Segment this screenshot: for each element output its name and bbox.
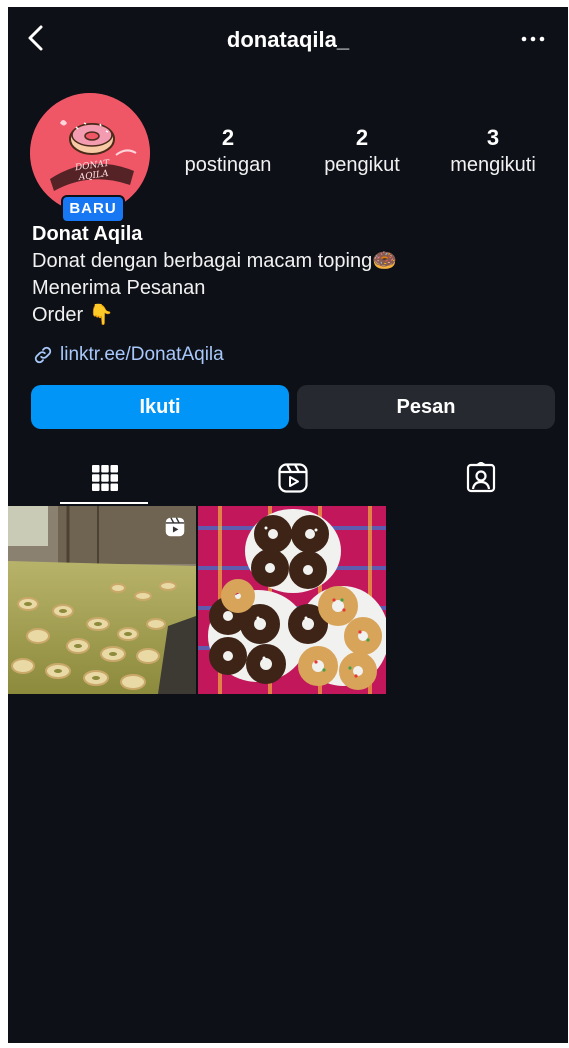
stat-following[interactable]: 3 mengikuti	[440, 125, 546, 179]
top-bar: donataqila_	[8, 7, 568, 73]
topped-donuts-image	[198, 506, 386, 694]
profile-tabs	[8, 451, 568, 505]
profile-username: donataqila_	[226, 27, 350, 52]
profile-link-text[interactable]: linktr.ee/DonatAqila	[60, 344, 224, 366]
grid-icon	[92, 465, 118, 491]
bio-line: Menerima Pesanan	[32, 277, 206, 299]
stat-followers-label: pengikut	[324, 154, 400, 176]
tagged-person-icon	[466, 462, 496, 493]
profile-link[interactable]: linktr.ee/DonatAqila	[32, 340, 224, 370]
reels-icon	[165, 517, 185, 537]
link-icon	[34, 346, 52, 364]
stat-following-value: 3	[486, 125, 500, 150]
stat-posts-label: postingan	[184, 154, 272, 176]
tab-tagged[interactable]	[388, 451, 568, 505]
reels-icon	[278, 463, 308, 493]
post-thumbnail-photo[interactable]	[198, 506, 386, 694]
more-horizontal-icon[interactable]	[518, 29, 548, 49]
bio-line: Donat dengan berbagai macam toping🍩	[32, 250, 398, 272]
stat-following-label: mengikuti	[450, 154, 536, 176]
avatar-container[interactable]: DONAT AQILA BARU	[30, 93, 150, 223]
bio-line: Order 👇	[32, 304, 114, 326]
stat-posts[interactable]: 2 postingan	[176, 125, 280, 179]
stat-followers[interactable]: 2 pengikut	[312, 125, 412, 179]
post-thumbnail-reel[interactable]	[8, 506, 196, 694]
profile-screen: donataqila_ DONAT AQILA BARU 2 postingan…	[8, 7, 568, 1043]
active-tab-indicator	[60, 502, 148, 504]
new-badge: BARU	[61, 195, 125, 223]
tab-posts[interactable]	[12, 451, 198, 505]
profile-bio: Donat Aqila Donat dengan berbagai macam …	[32, 220, 552, 329]
follow-button[interactable]: Ikuti	[31, 385, 289, 429]
stat-posts-value: 2	[221, 125, 235, 150]
tab-reels[interactable]	[200, 451, 386, 505]
stat-followers-value: 2	[355, 125, 369, 150]
profile-display-name: Donat Aqila	[32, 223, 143, 245]
message-button[interactable]: Pesan	[297, 385, 555, 429]
